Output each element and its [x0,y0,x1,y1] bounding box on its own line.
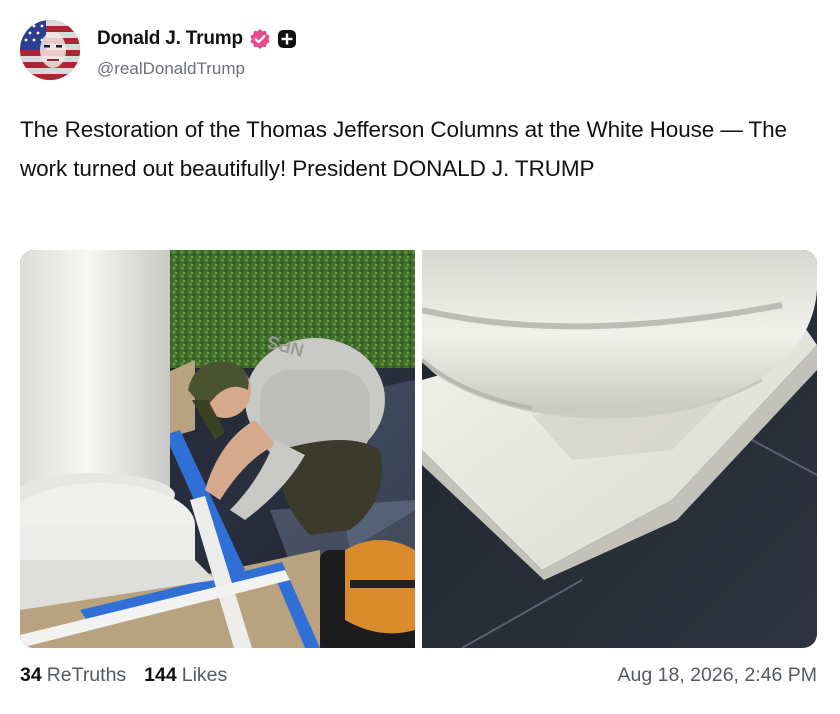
column-restoration-worker-photo[interactable]: NPS [20,250,415,648]
retruths-label: ReTruths [46,664,127,686]
post-text: The Restoration of the Thomas Jefferson … [20,117,787,181]
avatar-flag-portrait-icon [20,20,80,80]
post-timestamp[interactable]: Aug 18, 2026, 2:46 PM [618,664,817,687]
author-name-row: Donald J. Trump [97,27,297,51]
likes-stat[interactable]: 144 Likes [144,664,227,687]
plus-badge-icon [277,29,297,49]
retruths-count: 34 [20,664,42,686]
post-stats: 34 ReTruths 144 Likes [20,664,227,687]
retruths-stat[interactable]: 34 ReTruths [20,664,126,687]
post-footer: 34 ReTruths 144 Likes Aug 18, 2026, 2:46 P… [20,664,817,692]
author-handle[interactable]: @realDonaldTrump [97,59,245,79]
verified-badge-icon [249,28,271,50]
likes-count: 144 [144,664,177,686]
author-display-name[interactable]: Donald J. Trump [97,28,243,50]
truth-post: Donald J. Trump @realDonaldTrump The Res… [0,0,840,714]
media-grid: NPS [20,250,817,648]
author-avatar[interactable] [20,20,80,80]
column-base-closeup-photo[interactable] [422,250,817,648]
likes-label: Likes [181,664,228,686]
